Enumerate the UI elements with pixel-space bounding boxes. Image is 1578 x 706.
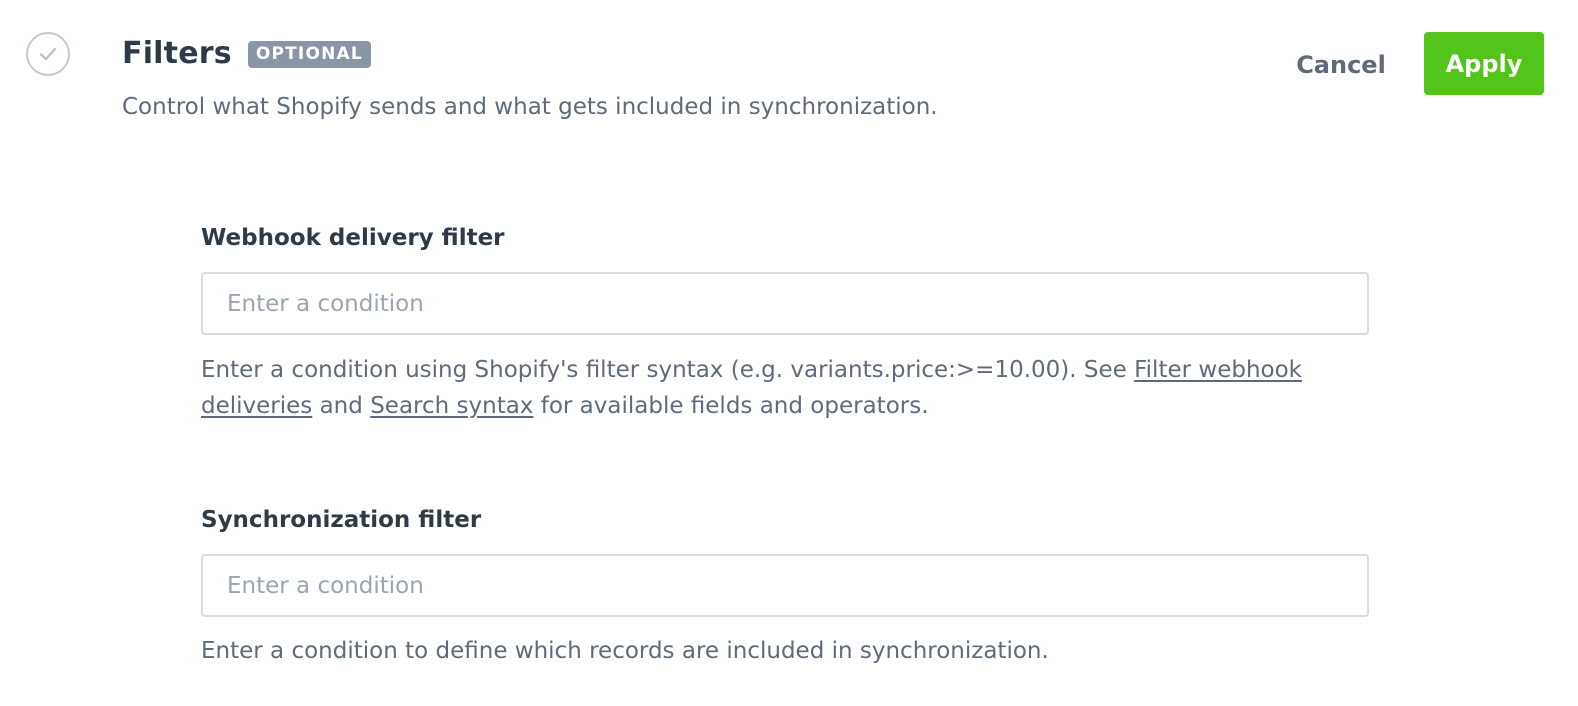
optional-badge: OPTIONAL xyxy=(247,40,371,68)
webhook-help-middle: and xyxy=(312,393,371,419)
webhook-filter-input[interactable] xyxy=(201,272,1369,335)
check-circle-icon xyxy=(26,32,70,76)
cancel-button[interactable]: Cancel xyxy=(1282,38,1400,92)
checkmark-icon xyxy=(39,47,57,61)
webhook-filter-help: Enter a condition using Shopify's filter… xyxy=(201,352,1401,424)
sync-filter-input[interactable] xyxy=(201,554,1369,617)
apply-button[interactable]: Apply xyxy=(1424,32,1544,95)
search-syntax-link[interactable]: Search syntax xyxy=(370,393,533,419)
section-subtitle: Control what Shopify sends and what gets… xyxy=(122,94,938,120)
webhook-help-prefix: Enter a condition using Shopify's filter… xyxy=(201,357,1135,383)
webhook-help-suffix: for available fields and operators. xyxy=(533,393,929,419)
webhook-filter-label: Webhook delivery filter xyxy=(201,225,505,251)
sync-filter-help: Enter a condition to define which record… xyxy=(201,638,1049,664)
sync-filter-label: Synchronization filter xyxy=(201,507,482,533)
section-title: Filters xyxy=(122,36,232,71)
section-header: Filters OPTIONAL xyxy=(122,36,371,72)
